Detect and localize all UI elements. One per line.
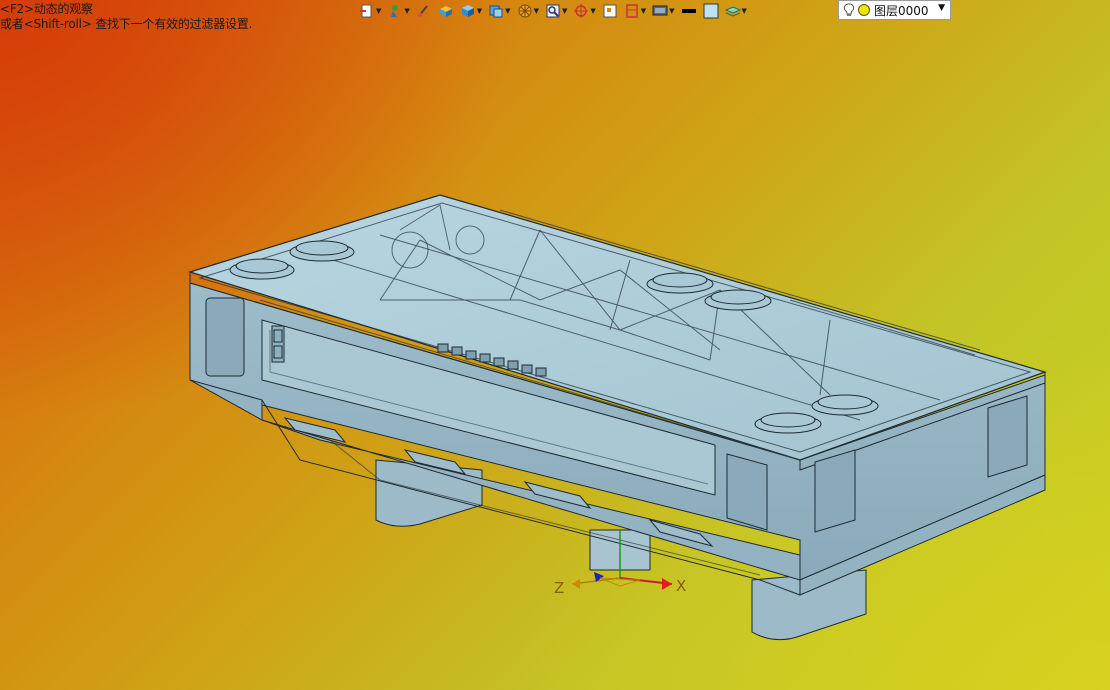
side-panel-right-a — [814, 449, 856, 533]
axis-x-label: X — [676, 577, 687, 595]
side-panel-right-b — [987, 395, 1028, 478]
axis-z-label: Z — [554, 579, 565, 597]
side-panel-mid — [726, 453, 768, 531]
side-panel-left — [205, 297, 245, 377]
